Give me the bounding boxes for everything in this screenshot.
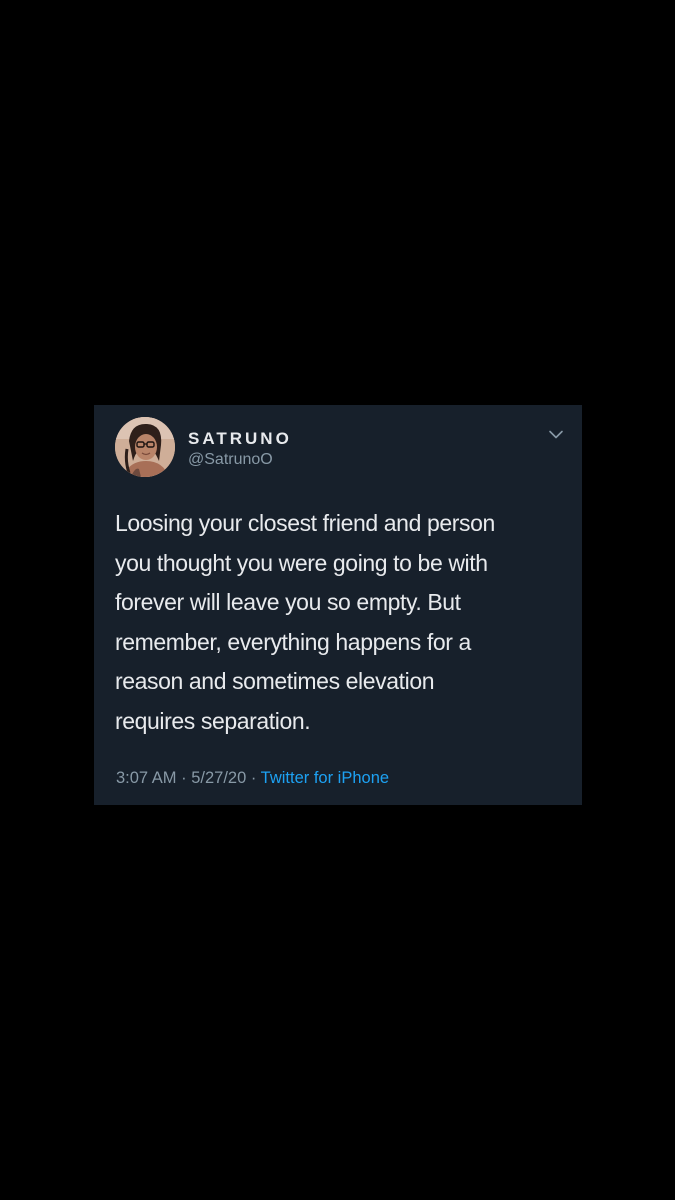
avatar-image [115, 417, 175, 477]
tweet-date[interactable]: 5/27/20 [191, 769, 246, 787]
tweet-text: Loosing your closest friend and person y… [115, 504, 565, 741]
tweet-text-line: Loosing your closest friend and person [115, 510, 495, 536]
meta-separator: · [176, 769, 192, 787]
meta-separator: · [246, 769, 261, 787]
tweet-text-line: remember, everything happens for a [115, 628, 471, 655]
tweet-text-line: forever will leave you so empty. But [115, 589, 461, 615]
tweet-text-line: requires separation. [115, 707, 311, 734]
chevron-down-icon[interactable] [546, 427, 566, 443]
display-name[interactable]: SATRUNO [188, 429, 292, 449]
tweet-card: SATRUNO @SatrunoO Loosing your closest f… [94, 405, 582, 805]
tweet-text-line: reason and sometimes elevation [115, 668, 435, 694]
tweet-text-line: you thought you were going to be with [115, 549, 488, 576]
avatar[interactable] [115, 417, 175, 477]
tweet-source-link[interactable]: Twitter for iPhone [261, 769, 389, 787]
tweet-time[interactable]: 3:07 AM [116, 769, 177, 787]
tweet-meta: 3:07 AM · 5/27/20 · Twitter for iPhone [116, 769, 389, 788]
user-handle[interactable]: @SatrunoO [188, 451, 273, 469]
